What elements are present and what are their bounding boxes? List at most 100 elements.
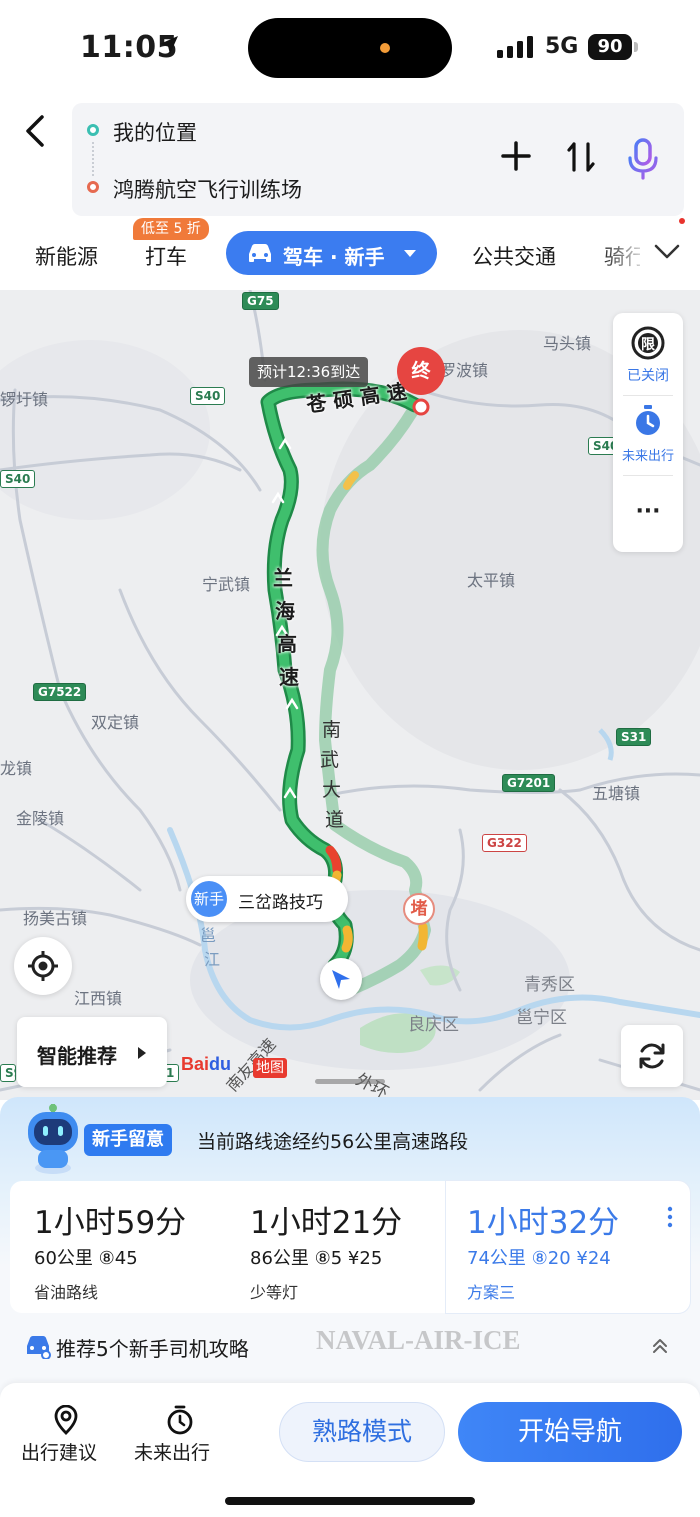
battery-tip [634, 42, 638, 52]
road-label-nanwu: 武 [320, 749, 340, 771]
divider [623, 475, 673, 476]
crosshair-icon [28, 951, 58, 981]
start-navigation-button[interactable]: 开始导航 [458, 1402, 682, 1462]
logo-map-text: 地图 [253, 1058, 287, 1078]
district-label: 良庆区 [408, 1015, 459, 1035]
double-chevron-up-icon[interactable] [652, 1338, 668, 1354]
route-more-icon[interactable] [666, 1205, 674, 1229]
place-label: 龙镇 [0, 759, 33, 778]
route-option-3-note: 方案三 [467, 1283, 516, 1302]
refresh-icon [639, 1043, 665, 1069]
origin-field[interactable]: 我的位置 [113, 117, 197, 147]
route-option-3-time[interactable]: 1小时32分 [467, 1197, 619, 1242]
road-label-nanwu: 大 [322, 779, 342, 801]
notification-dot [679, 218, 685, 224]
route-option-2-note: 少等灯 [250, 1283, 299, 1302]
tab-taxi[interactable]: 打车 [145, 241, 187, 271]
road-label-lanhai: 兰 [273, 566, 293, 590]
road-label-lanhai: 速 [279, 665, 299, 689]
stopwatch-outline-icon[interactable] [166, 1405, 194, 1435]
road-shield: S90 [0, 1064, 16, 1082]
smart-recommend-button[interactable]: 智能推荐 [17, 1017, 167, 1087]
district-label: 青秀区 [524, 975, 575, 995]
sheet-drag-handle[interactable] [315, 1079, 385, 1084]
dynamic-island [248, 18, 452, 78]
restriction-icon-text: 限 [641, 337, 655, 353]
future-travel-label[interactable]: 未来出行 [613, 445, 683, 464]
destination-dot-icon [87, 181, 99, 193]
locate-me-button[interactable] [14, 937, 72, 995]
place-label: 双定镇 [91, 713, 140, 732]
location-arrow-icon [160, 36, 178, 54]
origin-dot-icon [87, 124, 99, 136]
route-option-1-note: 省油路线 [34, 1283, 99, 1302]
travel-advice-label[interactable]: 出行建议 [21, 1438, 97, 1465]
tab-transit[interactable]: 公共交通 [472, 241, 556, 271]
cellular-signal-icon [497, 36, 533, 58]
chevron-down-icon[interactable] [654, 243, 680, 261]
privacy-indicator [380, 43, 390, 53]
place-label: 宁武镇 [202, 575, 251, 594]
traffic-jam-marker[interactable]: 堵 [403, 893, 435, 925]
refresh-route-button[interactable] [621, 1025, 683, 1087]
eta-chip: 预计12:36到达 [249, 357, 369, 387]
voice-mic-icon[interactable] [626, 138, 660, 180]
novice-notice-text: 当前路线途经约56公里高速路段 [197, 1131, 469, 1153]
battery-level: 90 [588, 34, 632, 60]
back-arrow-icon[interactable] [20, 113, 50, 149]
road-shield: S31 [616, 728, 652, 746]
more-options-icon[interactable]: ··· [613, 499, 683, 524]
road-label-nanwu: 道 [325, 809, 345, 831]
place-label: 金陵镇 [16, 809, 65, 828]
logo-text: Bai [181, 1054, 210, 1074]
place-label: 马头镇 [543, 334, 592, 353]
car-guide-icon [27, 1336, 51, 1359]
place-label: 锣圩镇 [0, 390, 49, 409]
novice-tip-chip[interactable]: 新手 三岔路技巧 [186, 876, 348, 922]
river-label: 邕 [200, 926, 217, 945]
tab-drive[interactable]: 驾车 · 新手 [226, 231, 437, 275]
destination-end-marker[interactable]: 终 [397, 347, 445, 395]
novice-tip-badge: 新手 [191, 881, 227, 917]
tab-new-energy[interactable]: 新能源 [35, 241, 98, 271]
network-type: 5G [545, 34, 579, 59]
place-label: 太平镇 [467, 571, 516, 590]
novice-tip-text: 三岔路技巧 [238, 893, 323, 913]
place-label: 罗波镇 [440, 361, 489, 380]
route-option-2-time[interactable]: 1小时21分 [250, 1197, 402, 1242]
location-pin-icon[interactable] [52, 1405, 80, 1435]
destination-field[interactable]: 鸿腾航空飞行训练场 [113, 174, 302, 204]
tab-fade [600, 232, 650, 276]
route-option-3-detail: 74公里 ⑧20 ¥24 [467, 1248, 611, 1269]
place-label: 五塘镇 [592, 784, 641, 803]
swap-route-icon[interactable] [566, 140, 596, 174]
familiar-route-mode-button[interactable]: 熟路模式 [279, 1402, 445, 1462]
future-travel-action-label[interactable]: 未来出行 [134, 1438, 210, 1465]
river-label: 江 [204, 950, 221, 969]
place-label: 江西镇 [74, 989, 123, 1008]
road-shield: G7201 [502, 774, 556, 792]
route-option-1-time[interactable]: 1小时59分 [34, 1197, 186, 1242]
status-bar: 11:05 5G 90 [0, 0, 700, 95]
logo-text: du [209, 1054, 232, 1074]
road-shield: G322 [482, 834, 527, 852]
road-shield: G7522 [33, 683, 87, 701]
smart-recommend-label: 智能推荐 [37, 1044, 117, 1068]
stopwatch-icon[interactable] [634, 405, 662, 437]
novice-guide-text[interactable]: 推荐5个新手司机攻略 [56, 1333, 249, 1362]
tab-drive-label: 驾车 · 新手 [283, 245, 385, 269]
map-side-panel: 限 已关闭 未来出行 ··· [613, 313, 683, 552]
divider [623, 395, 673, 396]
route-option-1-detail: 60公里 ⑧45 [34, 1248, 138, 1269]
home-indicator [225, 1497, 475, 1505]
road-shield: S40 [190, 387, 226, 405]
watermark: NAVAL-AIR-ICE [316, 1325, 521, 1355]
add-waypoint-icon[interactable] [500, 140, 532, 172]
road-shield: G75 [242, 292, 279, 310]
baidu-map-logo: Baidu [181, 1054, 231, 1075]
navigation-arrow-icon [332, 970, 350, 989]
taxi-discount-badge: 低至 5 折 [133, 218, 209, 240]
restriction-status[interactable]: 已关闭 [613, 365, 683, 385]
caret-down-icon [404, 250, 416, 257]
robot-assistant-icon [28, 1104, 78, 1174]
